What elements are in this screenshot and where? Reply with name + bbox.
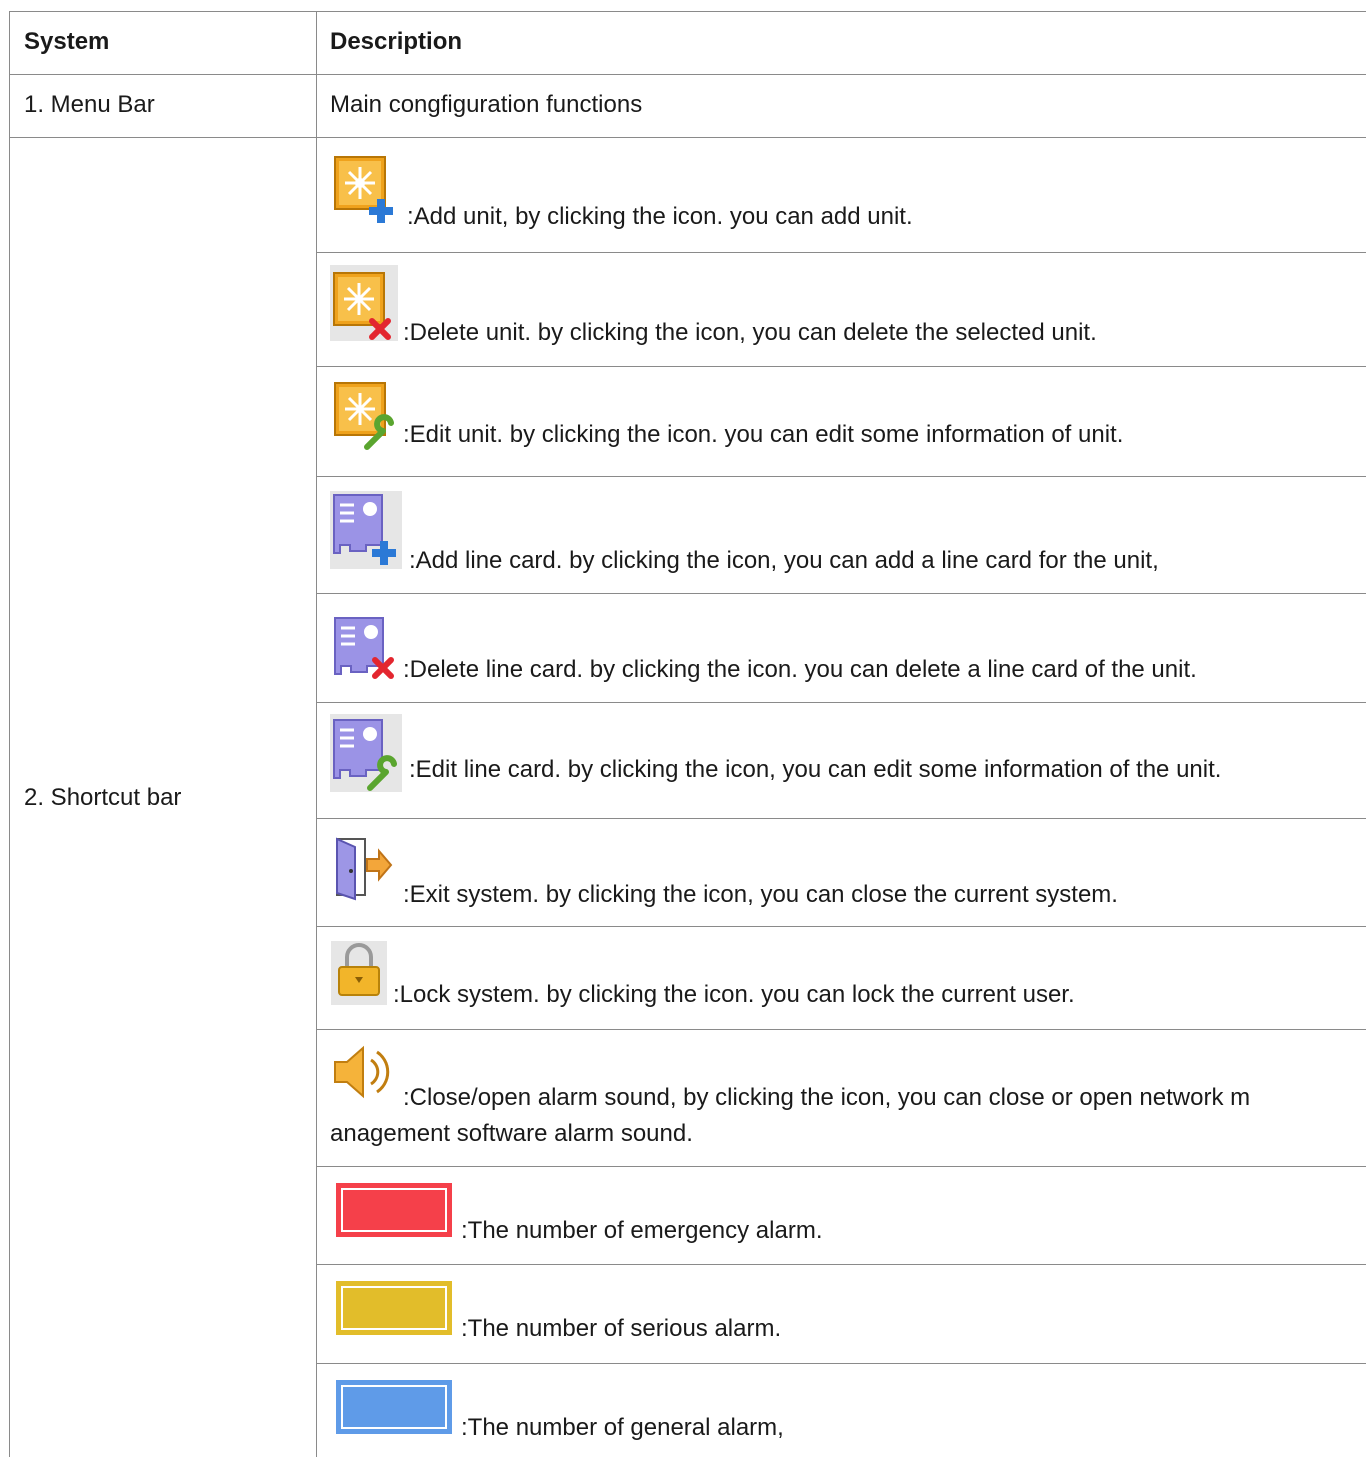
shortcut-description: :The number of general alarm,	[461, 1414, 784, 1441]
delete-unit-icon	[330, 265, 398, 341]
general-alarm-swatch	[336, 1380, 452, 1434]
list-item: :The number of emergency alarm.	[317, 1166, 1366, 1264]
list-item: :The number of serious alarm.	[317, 1264, 1366, 1363]
lock-system-icon	[331, 941, 387, 1005]
shortcut-description: :Delete unit. by clicking the icon, you …	[403, 319, 1097, 346]
list-item: :Close/open alarm sound, by clicking the…	[317, 1029, 1366, 1166]
menu-bar-label: 1. Menu Bar	[24, 91, 155, 118]
list-item: :Exit system. by clicking the icon, you …	[317, 818, 1366, 926]
edit-unit-icon	[334, 382, 394, 450]
shortcut-description: :Add line card. by clicking the icon, yo…	[409, 547, 1159, 574]
alarm-sound-icon	[334, 1045, 390, 1099]
system-cell: 1. Menu Bar	[9, 75, 317, 137]
emergency-alarm-swatch	[336, 1183, 452, 1237]
system-cell: 2. Shortcut bar	[9, 138, 317, 1457]
table-header-row: System Description	[9, 11, 1366, 74]
shortcut-description: :Edit line card. by clicking the icon, y…	[409, 756, 1222, 783]
shortcut-description: :Add unit, by clicking the icon. you can…	[407, 203, 913, 230]
list-item: :The number of general alarm,	[317, 1363, 1366, 1458]
shortcut-description: :Lock system. by clicking the icon. you …	[393, 981, 1075, 1008]
exit-system-icon	[336, 837, 393, 901]
header-system-label: System	[24, 28, 110, 55]
list-item: :Delete line card. by clicking the icon.…	[317, 593, 1366, 702]
edit-line-card-icon	[330, 714, 402, 792]
add-line-card-icon	[330, 491, 402, 569]
menu-bar-description: Main congfiguration functions	[330, 91, 643, 118]
description-cell: Main congfiguration functions	[317, 75, 1366, 137]
list-item: :Add line card. by clicking the icon, yo…	[317, 476, 1366, 593]
table-row: 1. Menu Bar Main congfiguration function…	[9, 74, 1366, 137]
header-cell-system: System	[9, 12, 317, 74]
shortcut-description: :Edit unit. by clicking the icon. you ca…	[403, 421, 1124, 448]
delete-line-card-icon	[334, 617, 394, 679]
shortcut-description-continued: anagement software alarm sound.	[330, 1120, 693, 1147]
list-item: :Delete unit. by clicking the icon, you …	[317, 252, 1366, 366]
header-cell-description: Description	[317, 12, 1366, 74]
list-item: :Edit line card. by clicking the icon, y…	[317, 702, 1366, 818]
shortcut-bar-label: 2. Shortcut bar	[24, 784, 182, 811]
shortcut-description: :The number of emergency alarm.	[461, 1217, 823, 1244]
table-row-shortcut-bar: 2. Shortcut bar :Add unit, by clicking t…	[9, 137, 1366, 1457]
add-unit-icon	[334, 156, 393, 223]
shortcut-descriptions: :Add unit, by clicking the icon. you can…	[317, 138, 1366, 1457]
header-description-label: Description	[330, 28, 463, 55]
shortcut-description: :Delete line card. by clicking the icon.…	[403, 656, 1197, 683]
shortcut-description: :The number of serious alarm.	[461, 1315, 782, 1342]
shortcut-description: :Exit system. by clicking the icon, you …	[403, 881, 1118, 908]
list-item: :Lock system. by clicking the icon. you …	[317, 926, 1366, 1029]
list-item: :Add unit, by clicking the icon. you can…	[317, 137, 1366, 252]
serious-alarm-swatch	[336, 1281, 452, 1335]
list-item: :Edit unit. by clicking the icon. you ca…	[317, 366, 1366, 476]
shortcut-description: :Close/open alarm sound, by clicking the…	[403, 1084, 1251, 1111]
